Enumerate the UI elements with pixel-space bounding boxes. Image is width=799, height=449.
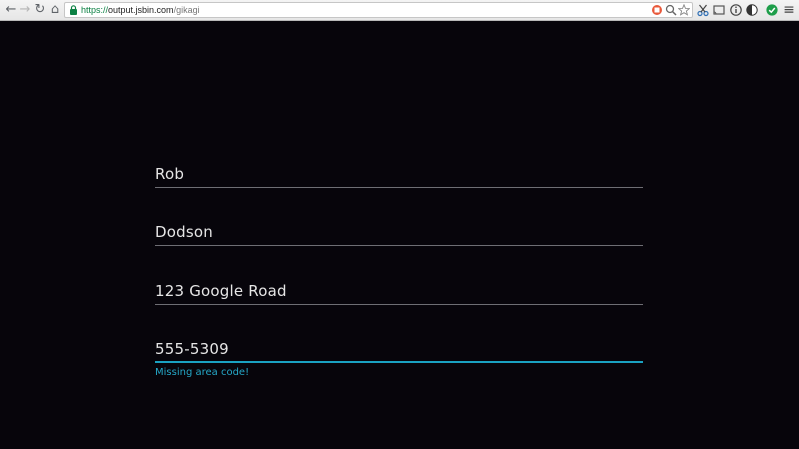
browser-toolbar: ← → ↻ ⌂ https://output.jsbin.com/gikagi: [0, 0, 799, 21]
phone-field[interactable]: 555-5309 Missing area code!: [155, 340, 643, 379]
bookmark-star-icon[interactable]: [678, 4, 690, 16]
cast-icon[interactable]: [712, 3, 726, 17]
address-field[interactable]: 123 Google Road: [155, 282, 643, 305]
home-icon[interactable]: ⌂: [48, 3, 62, 17]
phone-error-message: Missing area code!: [155, 367, 250, 378]
first-name-field[interactable]: Rob: [155, 165, 643, 188]
menu-icon[interactable]: ≡: [782, 3, 796, 17]
url-scheme: https://: [81, 5, 109, 15]
url-text[interactable]: https://output.jsbin.com/gikagi: [81, 4, 200, 16]
zoom-icon[interactable]: [665, 4, 677, 16]
contrast-icon[interactable]: [745, 3, 759, 17]
first-name-input[interactable]: Rob: [155, 165, 643, 183]
phone-underline: [155, 361, 643, 363]
back-icon[interactable]: ←: [4, 3, 18, 17]
first-name-underline: [155, 187, 643, 188]
url-host: output.jsbin.com: [108, 5, 174, 15]
last-name-underline: [155, 245, 643, 246]
url-path: /gikagi: [173, 5, 200, 15]
lock-icon: [70, 5, 77, 15]
page-content: Rob Dodson 123 Google Road 555-5309 Miss…: [0, 21, 799, 449]
address-bar[interactable]: https://output.jsbin.com/gikagi: [64, 2, 693, 18]
reload-icon[interactable]: ↻: [33, 3, 47, 17]
shield-check-icon[interactable]: [765, 3, 779, 17]
phone-input[interactable]: 555-5309: [155, 340, 643, 358]
scissors-icon[interactable]: [696, 3, 710, 17]
info-icon[interactable]: [729, 3, 743, 17]
last-name-field[interactable]: Dodson: [155, 223, 643, 246]
forward-icon[interactable]: →: [18, 3, 32, 17]
address-input[interactable]: 123 Google Road: [155, 282, 643, 300]
extension-icon[interactable]: [651, 4, 663, 16]
address-underline: [155, 304, 643, 305]
last-name-input[interactable]: Dodson: [155, 223, 643, 241]
